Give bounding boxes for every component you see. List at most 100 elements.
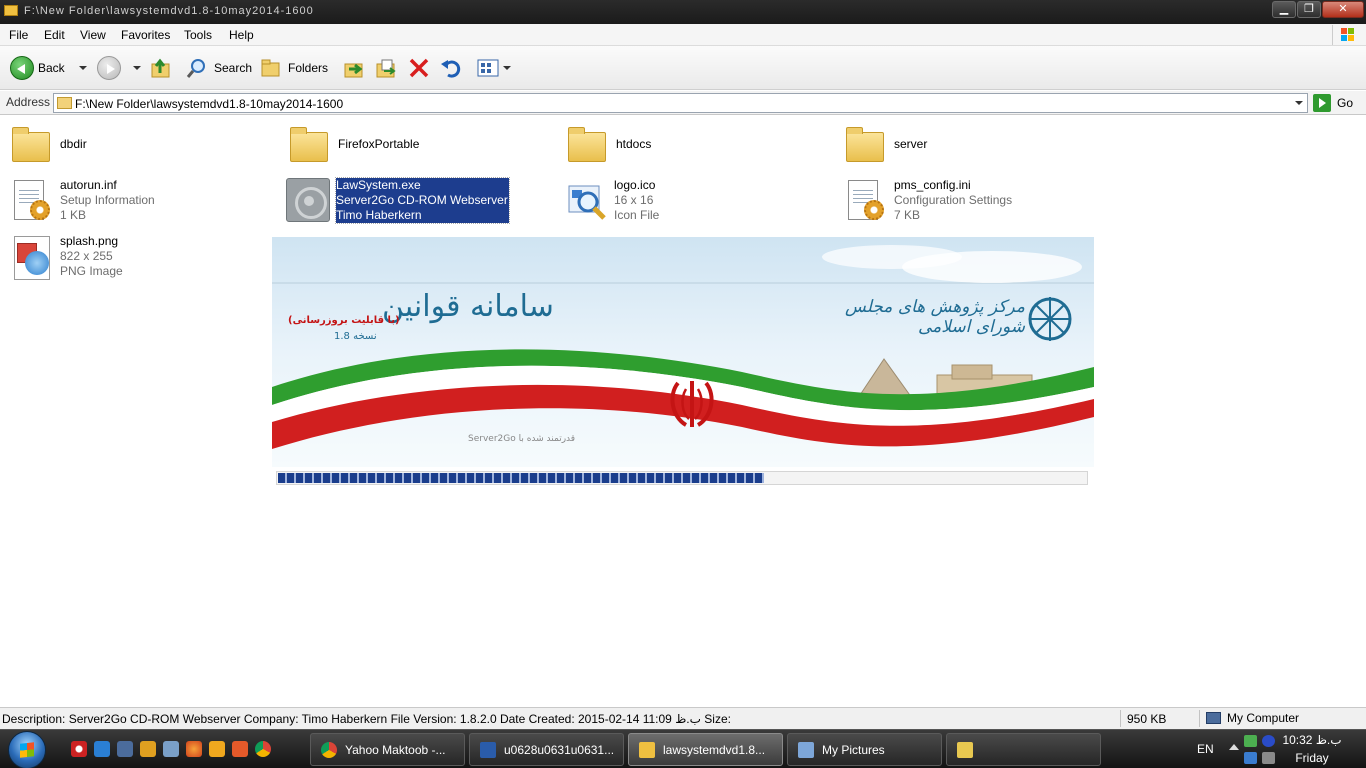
status-separator — [1120, 710, 1121, 727]
folder-icon — [12, 127, 50, 162]
splash-screen: سامانه قوانين (با قابليت بروزرسانی) نسخه… — [272, 237, 1094, 467]
search-label: Search — [214, 61, 253, 75]
window-title: F:\New Folder\lawsystemdvd1.8-10may2014-… — [24, 5, 314, 17]
undo-button[interactable] — [440, 54, 462, 82]
search-button[interactable]: Search — [186, 54, 252, 82]
show-hidden-icons-icon[interactable] — [1229, 744, 1239, 750]
file-name: server — [894, 137, 928, 151]
gear-icon — [864, 200, 884, 220]
menu-file[interactable]: File — [9, 28, 28, 42]
file-name: logo.ico — [614, 178, 656, 192]
folders-label: Folders — [288, 61, 329, 75]
splash-powered-by: قدرتمند شده با Server2Go — [468, 434, 576, 444]
file-item-splash-png[interactable]: splash.png 822 x 255 PNG Image — [10, 234, 260, 284]
file-item-lawsystem-exe[interactable]: LawSystem.exe Server2Go CD-ROM Webserver… — [286, 177, 510, 226]
move-to-icon — [344, 63, 363, 78]
clock-day: Friday — [1295, 751, 1329, 765]
back-arrow-icon — [10, 56, 34, 80]
clock[interactable]: 10:32 ب.ظ Friday — [1282, 731, 1342, 767]
splash-title: سامانه قوانين — [382, 289, 554, 324]
folder-icon — [4, 5, 18, 16]
status-bar: Description: Server2Go CD-ROM Webserver … — [0, 707, 1366, 729]
up-folder-button[interactable] — [150, 54, 172, 82]
forward-button[interactable] — [97, 54, 141, 82]
file-dimensions: 16 x 16 — [614, 193, 654, 207]
file-name: splash.png — [60, 234, 119, 248]
go-arrow-icon — [1313, 94, 1331, 112]
volume-icon[interactable] — [1262, 752, 1275, 764]
move-to-button[interactable] — [343, 54, 367, 82]
address-bar: Address F:\New Folder\lawsystemdvd1.8-10… — [0, 91, 1366, 115]
network-icon[interactable] — [1244, 735, 1257, 747]
windows-logo-icon — [1332, 25, 1360, 45]
file-name: LawSystem.exe — [336, 178, 421, 192]
file-item-pms-config-ini[interactable]: pms_config.ini Configuration Settings 7 … — [844, 178, 1094, 226]
delete-button[interactable] — [408, 54, 430, 82]
file-name: pms_config.ini — [894, 178, 971, 192]
icon-file-icon — [568, 185, 606, 220]
address-label: Address — [6, 95, 51, 109]
file-item-firefoxportable[interactable]: FirefoxPortable — [288, 124, 538, 170]
folders-button[interactable]: Folders — [260, 54, 328, 82]
file-dimensions: 822 x 255 — [60, 249, 113, 263]
forward-history-dropdown-icon[interactable] — [133, 66, 141, 70]
file-description: Server2Go CD-ROM Webserver — [336, 193, 508, 207]
file-name: dbdir — [60, 137, 87, 151]
copy-to-icon — [376, 59, 396, 78]
file-name: FirefoxPortable — [338, 137, 420, 151]
clock-time: 10:32 ب.ظ — [1282, 733, 1342, 747]
copy-to-button[interactable] — [375, 54, 399, 82]
back-history-dropdown-icon[interactable] — [78, 66, 87, 70]
views-button[interactable] — [477, 54, 511, 82]
file-item-dbdir[interactable]: dbdir — [10, 124, 260, 170]
menu-help[interactable]: Help — [229, 28, 254, 42]
status-location-label: My Computer — [1227, 711, 1300, 725]
back-button[interactable]: Back — [10, 54, 87, 82]
title-bar: F:\New Folder\lawsystemdvd1.8-10may2014-… — [0, 0, 1366, 24]
menu-bar: File Edit View Favorites Tools Help — [0, 24, 1366, 46]
file-list: dbdir FirefoxPortable htdocs server auto… — [0, 116, 1366, 706]
file-item-htdocs[interactable]: htdocs — [566, 124, 816, 170]
bluetooth-icon[interactable] — [1262, 735, 1275, 747]
menu-tools[interactable]: Tools — [184, 28, 212, 42]
up-folder-icon — [151, 58, 170, 78]
gear-icon — [30, 200, 50, 220]
file-item-autorun-inf[interactable]: autorun.inf Setup Information 1 KB — [10, 178, 260, 226]
toolbar: Back Search Folders — [0, 46, 1366, 90]
taskbar: Yahoo Maktoob -... u0628u0631u0631... la… — [0, 729, 1366, 768]
address-dropdown-icon[interactable] — [1295, 101, 1303, 105]
address-input[interactable]: F:\New Folder\lawsystemdvd1.8-10may2014-… — [53, 93, 1308, 113]
minimize-button[interactable]: ▁ — [1272, 1, 1296, 18]
file-name: autorun.inf — [60, 178, 117, 192]
delete-x-icon — [409, 58, 429, 78]
file-name: htdocs — [616, 137, 652, 151]
folder-icon — [846, 127, 884, 162]
menu-view[interactable]: View — [80, 28, 106, 42]
menu-favorites[interactable]: Favorites — [121, 28, 170, 42]
menu-edit[interactable]: Edit — [44, 28, 65, 42]
progress-fill — [278, 473, 764, 483]
undo-icon — [441, 60, 461, 78]
splash-capability: (با قابليت بروزرسانی) — [288, 315, 400, 326]
file-item-logo-ico[interactable]: logo.ico 16 x 16 Icon File — [564, 178, 814, 226]
back-label: Back — [38, 61, 65, 75]
close-button[interactable]: ✕ — [1322, 1, 1364, 18]
system-tray: EN 10:32 ب.ظ Friday — [0, 730, 1366, 768]
file-item-server[interactable]: server — [844, 124, 1094, 170]
maximize-button[interactable]: ❐ — [1297, 1, 1321, 18]
splash-artwork — [272, 237, 1094, 467]
go-button[interactable]: Go — [1313, 93, 1353, 113]
folder-icon — [57, 97, 72, 109]
my-computer-icon — [1206, 712, 1221, 724]
file-size: 1 KB — [60, 208, 87, 222]
language-indicator[interactable]: EN — [1197, 742, 1214, 756]
folder-icon — [290, 127, 328, 162]
file-type: Setup Information — [60, 193, 155, 207]
display-icon[interactable] — [1244, 752, 1257, 764]
splash-progress-bar — [276, 471, 1088, 485]
splash-organization: مرکز پژوهش های مجلس شورای اسلامی — [845, 297, 1025, 337]
folders-icon — [261, 59, 280, 77]
file-type: PNG Image — [60, 264, 123, 278]
views-dropdown-icon — [503, 66, 511, 70]
file-company: Timo Haberkern — [336, 208, 422, 222]
